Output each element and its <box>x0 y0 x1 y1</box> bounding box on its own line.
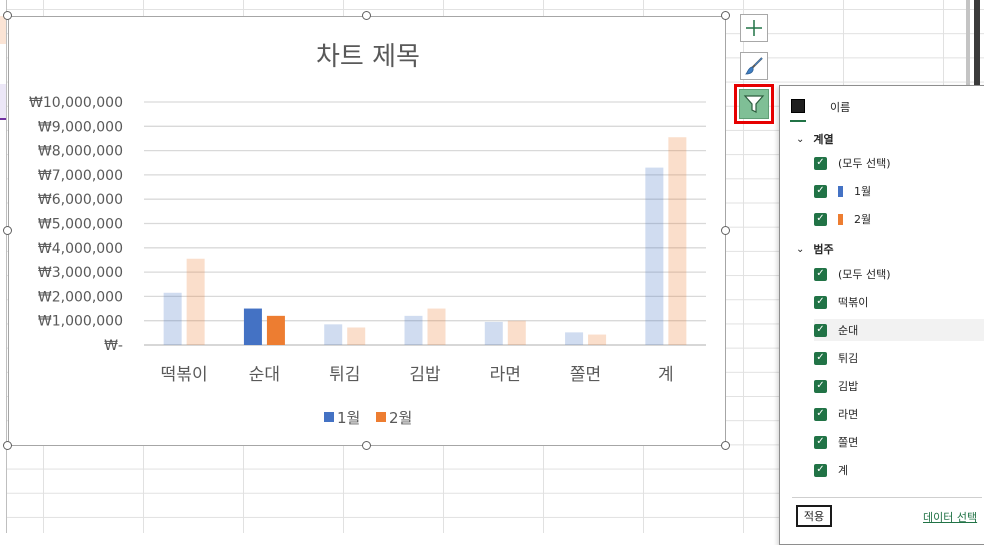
category-item-sundae[interactable]: ✓ 순대 <box>814 319 984 341</box>
checkbox-checked[interactable]: ✓ <box>814 351 827 365</box>
resize-handle-top-right[interactable] <box>721 11 730 20</box>
y-tick-label: ₩10,000,000 <box>29 95 123 111</box>
bar-chart: 차트 제목 ₩- ₩1,000,000 ₩2,000,000 ₩3,000,000 ₩4… <box>29 42 706 427</box>
x-category-label: 쫄면 <box>570 365 601 385</box>
checkbox-checked[interactable]: ✓ <box>814 407 827 421</box>
bar-february[interactable] <box>266 315 285 345</box>
resize-handle-bottom-left[interactable] <box>3 441 12 450</box>
x-category-label: 튀김 <box>329 365 360 385</box>
y-tick-label: ₩5,000,000 <box>38 217 123 233</box>
y-tick-label: ₩4,000,000 <box>38 241 123 257</box>
checkbox-checked[interactable]: ✓ <box>814 463 827 477</box>
x-category-label: 라면 <box>490 365 521 385</box>
x-category-label: 계 <box>658 365 674 385</box>
checkbox-checked[interactable]: ✓ <box>814 267 827 281</box>
y-tick-label: ₩7,000,000 <box>38 168 123 184</box>
series-section-header[interactable]: ⌄ 계열 <box>796 131 834 147</box>
left-selection-strip <box>0 0 7 533</box>
y-tick-label: ₩6,000,000 <box>38 192 123 208</box>
bar-january[interactable] <box>565 332 584 345</box>
category-item-twigim[interactable]: ✓ 튀김 <box>814 347 984 369</box>
plus-icon <box>746 20 762 36</box>
resize-handle-top-center[interactable] <box>362 11 371 20</box>
category-item-tteokbokki[interactable]: ✓ 떡볶이 <box>814 291 984 313</box>
chart-filter-panel: 이름 ⌄ 계열 ✓ (모두 선택) ✓ 1월 ✓ 2월 ⌄ 범주 ✓ (모두 선… <box>779 85 984 545</box>
bar-february[interactable] <box>588 334 607 345</box>
series-section-title: 계열 <box>813 133 834 146</box>
y-tick-label: ₩8,000,000 <box>38 144 123 160</box>
series-item-january[interactable]: ✓ 1월 <box>814 180 984 202</box>
y-tick-label: ₩3,000,000 <box>38 265 123 281</box>
values-tab-icon[interactable] <box>791 99 805 113</box>
bar-january[interactable] <box>645 167 664 345</box>
checkbox-checked[interactable]: ✓ <box>814 212 827 226</box>
series-color-swatch <box>838 213 843 225</box>
resize-handle-bottom-right[interactable] <box>721 441 730 450</box>
chevron-down-icon: ⌄ <box>796 243 805 255</box>
category-item-gimbap[interactable]: ✓ 김밥 <box>814 375 984 397</box>
paintbrush-icon <box>745 57 763 75</box>
bar-february[interactable] <box>347 327 366 345</box>
resize-handle-top-left[interactable] <box>3 11 12 20</box>
bar-february[interactable] <box>186 258 205 345</box>
y-tick-label: ₩1,000,000 <box>38 314 123 330</box>
bar-january[interactable] <box>484 321 503 345</box>
chart-styles-button[interactable] <box>740 52 768 80</box>
checkbox-checked[interactable]: ✓ <box>814 156 827 170</box>
legend-label[interactable]: 2월 <box>389 409 412 427</box>
category-item-ramyeon[interactable]: ✓ 라면 <box>814 403 984 425</box>
panel-divider <box>792 497 982 498</box>
chart-title[interactable]: 차트 제목 <box>316 42 420 72</box>
x-category-label: 순대 <box>249 365 280 385</box>
series-color-swatch <box>838 185 843 197</box>
x-category-label: 떡볶이 <box>161 365 208 385</box>
tab-names[interactable]: 이름 <box>830 99 850 115</box>
resize-handle-middle-left[interactable] <box>3 226 12 235</box>
chart-elements-button[interactable] <box>740 14 768 42</box>
checkbox-checked[interactable]: ✓ <box>814 323 827 337</box>
y-tick-label: ₩- <box>104 338 123 354</box>
category-item-jjolmyeon[interactable]: ✓ 쫄면 <box>814 431 984 453</box>
bar-february[interactable] <box>668 137 687 345</box>
legend-swatch[interactable] <box>376 412 386 422</box>
x-category-label: 김밥 <box>409 365 441 385</box>
category-item-total[interactable]: ✓ 계 <box>814 459 984 481</box>
select-data-link[interactable]: 데이터 선택 <box>923 509 977 525</box>
active-tab-indicator <box>790 120 806 122</box>
bar-february[interactable] <box>427 308 446 345</box>
resize-handle-bottom-center[interactable] <box>362 441 371 450</box>
category-item-select-all[interactable]: ✓ (모두 선택) <box>814 263 984 285</box>
bar-january[interactable] <box>404 315 423 345</box>
bar-january[interactable] <box>243 308 262 345</box>
chevron-down-icon: ⌄ <box>796 133 805 145</box>
apply-button[interactable]: 적용 <box>796 505 832 527</box>
bar-january[interactable] <box>324 324 343 345</box>
resize-handle-middle-right[interactable] <box>721 226 730 235</box>
legend-label[interactable]: 1월 <box>337 409 360 427</box>
checkbox-checked[interactable]: ✓ <box>814 184 827 198</box>
checkbox-checked[interactable]: ✓ <box>814 435 827 449</box>
right-column-strip <box>962 0 984 90</box>
bar-february[interactable] <box>507 320 526 345</box>
series-item-select-all[interactable]: ✓ (모두 선택) <box>814 152 984 174</box>
y-tick-label: ₩9,000,000 <box>38 119 123 135</box>
chart-filters-button[interactable] <box>739 89 769 119</box>
checkbox-checked[interactable]: ✓ <box>814 295 827 309</box>
category-section-header[interactable]: ⌄ 범주 <box>796 241 834 257</box>
chart-area[interactable]: 차트 제목 ₩- ₩1,000,000 ₩2,000,000 ₩3,000,000 ₩4… <box>8 16 726 446</box>
category-section-title: 범주 <box>813 243 834 256</box>
y-tick-label: ₩2,000,000 <box>38 289 123 305</box>
series-item-february[interactable]: ✓ 2월 <box>814 208 984 230</box>
funnel-icon <box>743 95 765 113</box>
bar-january[interactable] <box>163 292 182 345</box>
checkbox-checked[interactable]: ✓ <box>814 379 827 393</box>
legend-swatch[interactable] <box>324 412 334 422</box>
